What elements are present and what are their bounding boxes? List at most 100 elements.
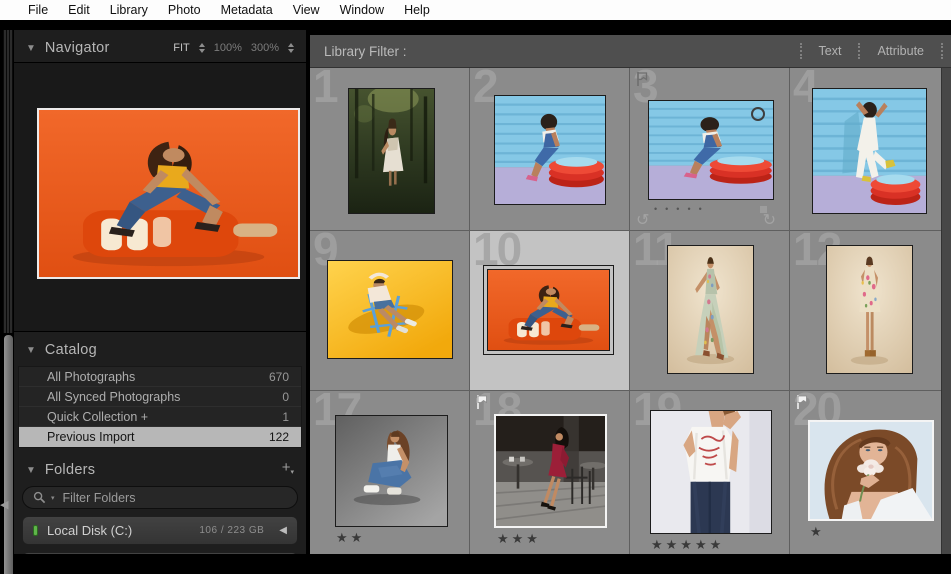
- popsicle-photo: [39, 110, 298, 277]
- studio-crouch-photo: [336, 416, 447, 526]
- zoom-fit-button[interactable]: FIT: [173, 42, 190, 54]
- grid-cell-9[interactable]: 9: [310, 224, 469, 390]
- rating-dots[interactable]: •••••: [654, 204, 710, 214]
- triangle-down-icon: ▼: [26, 344, 36, 356]
- menu-metadata[interactable]: Metadata: [211, 3, 283, 17]
- catalog-item-label: All Synced Photographs: [47, 389, 181, 404]
- triangle-left-icon[interactable]: ◀: [279, 525, 287, 536]
- pick-flag-icon[interactable]: [795, 394, 809, 410]
- flower-portrait-photo: [810, 422, 932, 519]
- catalog-item-label: Previous Import: [47, 430, 135, 444]
- catalog-item-all-synced[interactable]: All Synced Photographs 0: [19, 387, 301, 407]
- collapse-left-panel-icon[interactable]: ◀: [0, 498, 8, 511]
- grid-cell-2[interactable]: 2: [470, 68, 629, 230]
- catalog-item-count: 0: [282, 389, 289, 404]
- menu-bar: File Edit Library Photo Metadata View Wi…: [0, 0, 951, 20]
- forest-photo: [349, 89, 434, 213]
- catalog-list: All Photographs 670 All Synced Photograp…: [18, 366, 302, 448]
- folders-header[interactable]: ▼ Folders +▾: [14, 452, 306, 484]
- catalog-item-quick-collection[interactable]: Quick Collection + 1: [19, 407, 301, 427]
- catalog-item-previous-import[interactable]: Previous Import 122: [19, 427, 301, 447]
- cell-number: 1: [313, 68, 339, 112]
- pick-flag-icon[interactable]: [475, 394, 489, 410]
- photo-thumbnail[interactable]: [650, 410, 772, 534]
- navigator-preview-image[interactable]: [37, 108, 300, 279]
- grid-cell-20[interactable]: 20 ★: [790, 384, 941, 554]
- photo-thumbnail[interactable]: [494, 95, 606, 205]
- grid-cell-4[interactable]: 4: [790, 68, 941, 230]
- tshirt-photo: [651, 411, 771, 533]
- photo-thumbnail[interactable]: [327, 260, 453, 359]
- photo-thumbnail[interactable]: [667, 245, 754, 374]
- photo-thumbnail[interactable]: [348, 88, 435, 214]
- filter-attribute-button[interactable]: Attribute: [860, 44, 941, 58]
- zoom-100-button[interactable]: 100%: [214, 42, 242, 54]
- folders-title: Folders: [44, 462, 96, 478]
- zoom-stepper-icon[interactable]: [288, 43, 294, 53]
- triangle-down-icon: ▼: [26, 42, 36, 54]
- star-rating[interactable]: ★★★: [497, 531, 541, 547]
- pool-photo: [495, 96, 605, 204]
- photo-thumbnail[interactable]: [648, 100, 774, 200]
- grid-cell-11[interactable]: 11: [630, 224, 789, 390]
- pick-flag-icon[interactable]: [635, 71, 649, 87]
- search-icon: [33, 491, 46, 504]
- search-caret-icon: ▾: [51, 494, 55, 502]
- quick-collection-circle-icon[interactable]: [751, 107, 765, 121]
- zoom-300-button[interactable]: 300%: [251, 42, 279, 54]
- popsicle-photo: [487, 269, 610, 351]
- grid-cell-17[interactable]: 17 ★★: [310, 384, 469, 554]
- navigator-title: Navigator: [44, 40, 110, 56]
- yellow-chair-photo: [328, 261, 452, 358]
- menu-file[interactable]: File: [18, 3, 58, 17]
- menu-window[interactable]: Window: [330, 3, 394, 17]
- grid-cell-18[interactable]: 18 ★★★: [470, 384, 629, 554]
- menu-help[interactable]: Help: [394, 3, 440, 17]
- menu-edit[interactable]: Edit: [58, 3, 100, 17]
- catalog-item-count: 670: [268, 369, 289, 384]
- left-panel: ▼ Navigator FIT 100% 300% ▼ Catalog All …: [14, 30, 308, 554]
- star-rating[interactable]: ★★: [336, 530, 365, 546]
- menu-photo[interactable]: Photo: [158, 3, 211, 17]
- photo-thumbnail[interactable]: [812, 88, 927, 214]
- floral-dress-photo: [827, 246, 912, 373]
- floral-dress-photo: [668, 246, 753, 373]
- library-filter-label: Library Filter :: [324, 43, 407, 59]
- photo-thumbnail-flagged[interactable]: [808, 420, 934, 521]
- star-rating[interactable]: ★★★★★: [651, 537, 724, 553]
- navigator-zoom-controls: FIT 100% 300%: [173, 42, 294, 54]
- catalog-header[interactable]: ▼ Catalog: [14, 332, 306, 364]
- filter-text-button[interactable]: Text: [802, 44, 859, 58]
- catalog-item-label: Quick Collection +: [47, 409, 149, 424]
- grid-scrollbar[interactable]: [941, 68, 951, 554]
- catalog-item-count: 122: [268, 430, 289, 444]
- navigator-preview-panel: [14, 62, 306, 332]
- grid-cell-12[interactable]: 12: [790, 224, 941, 390]
- drive-local-disk-c[interactable]: Local Disk (C:) 106 / 223 GB ◀: [22, 516, 298, 545]
- grid-cell-1[interactable]: 1: [310, 68, 469, 230]
- menu-library[interactable]: Library: [100, 3, 158, 17]
- triangle-down-icon: ▼: [26, 464, 36, 476]
- grid-cell-10-selected[interactable]: 10: [470, 224, 629, 390]
- left-panel-grip: ◀: [0, 20, 14, 574]
- navigator-header[interactable]: ▼ Navigator FIT 100% 300%: [14, 30, 306, 62]
- drive-status-led-icon: [33, 525, 38, 536]
- photo-thumbnail[interactable]: [335, 415, 448, 527]
- drive-label: Local Disk (C:): [47, 523, 133, 538]
- left-panel-scrollbar[interactable]: [4, 335, 13, 574]
- rotate-right-icon[interactable]: ↻: [763, 213, 776, 229]
- filter-folders-placeholder: Filter Folders: [62, 490, 136, 505]
- star-rating[interactable]: ★: [810, 524, 825, 540]
- grid-cell-3[interactable]: 3 ••••• ↺ ↻: [630, 68, 789, 230]
- filter-folders-input[interactable]: ▾ Filter Folders: [22, 486, 298, 509]
- photo-thumbnail-flagged[interactable]: [494, 414, 607, 528]
- catalog-item-all-photographs[interactable]: All Photographs 670: [19, 367, 301, 387]
- photo-thumbnail-selected[interactable]: [483, 265, 614, 355]
- add-folder-icon[interactable]: +▾: [282, 460, 294, 478]
- zoom-stepper-icon[interactable]: [198, 43, 205, 53]
- menu-view[interactable]: View: [283, 3, 330, 17]
- panel-grip-texture[interactable]: [3, 30, 13, 333]
- grid-cell-19[interactable]: 19 ★★★★★: [630, 384, 789, 554]
- photo-thumbnail[interactable]: [826, 245, 913, 374]
- cafe-photo: [496, 416, 605, 526]
